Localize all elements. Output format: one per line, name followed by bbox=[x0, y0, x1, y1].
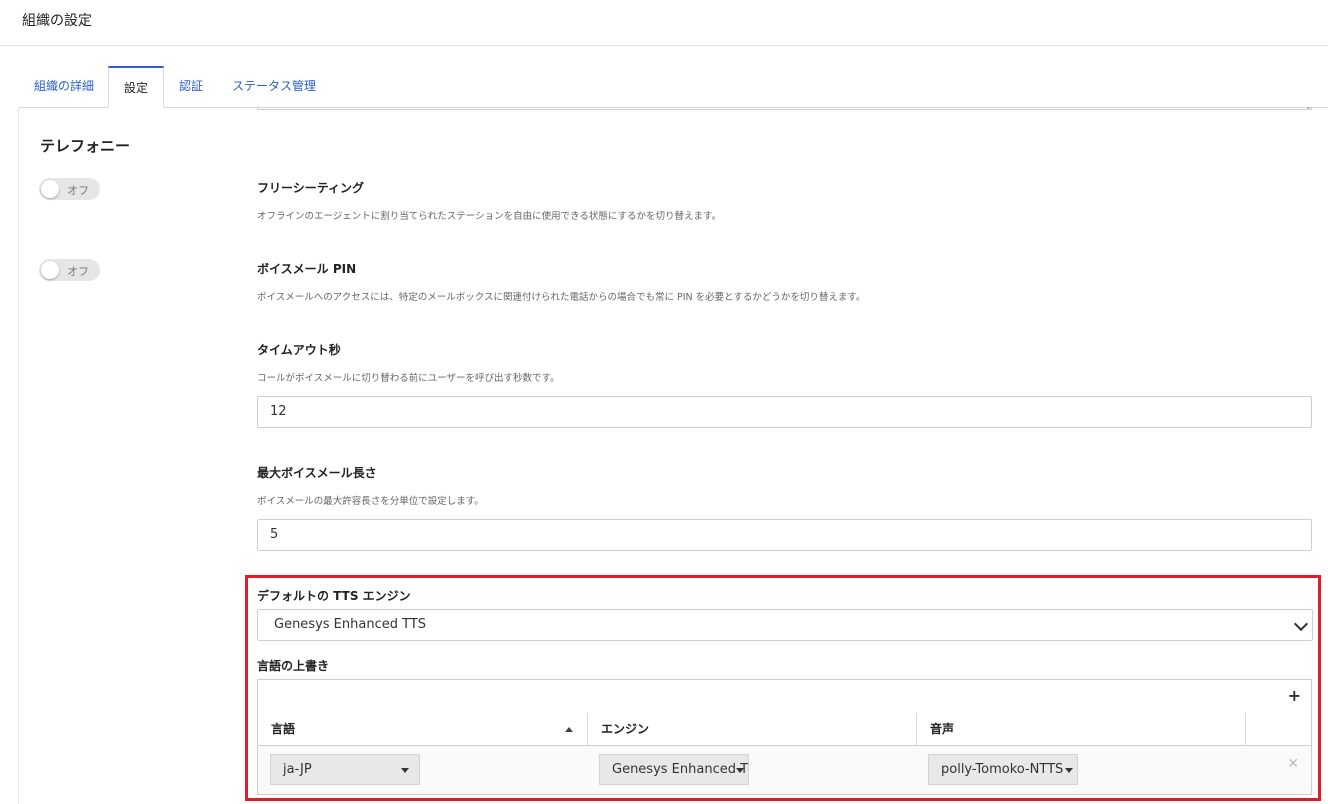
table-row: ja-JP Genesys Enhanced TTS polly-Tomoko-… bbox=[258, 746, 1311, 794]
language-value: ja-JP bbox=[283, 762, 312, 777]
sort-ascending-icon bbox=[565, 727, 573, 732]
language-dropdown[interactable]: ja-JP bbox=[270, 754, 420, 785]
timeout-label: タイムアウト秒 bbox=[257, 343, 341, 357]
caret-down-icon bbox=[736, 768, 744, 773]
grid-header: 言語 エンジン 音声 bbox=[258, 713, 1311, 746]
toggle-knob bbox=[41, 261, 59, 279]
caret-down-icon bbox=[1065, 768, 1073, 773]
settings-content[interactable]: ⁄⁄ テレフォニー オフ フリーシーティング オフラインのエージェントに割り当て… bbox=[18, 107, 1328, 804]
toggle-state-label: オフ bbox=[67, 184, 89, 197]
tab-authentication[interactable]: 認証 bbox=[179, 66, 203, 106]
column-header-voice[interactable]: 音声 bbox=[917, 713, 1246, 745]
tts-engine-select[interactable]: Genesys Enhanced TTS bbox=[257, 609, 1313, 641]
caret-down-icon bbox=[401, 768, 409, 773]
voicemail-pin-label: ボイスメール PIN bbox=[257, 262, 357, 276]
free-seating-desc: オフラインのエージェントに割り当てられたステーションを自由に使用できる状態にする… bbox=[257, 211, 722, 222]
column-header-engine[interactable]: エンジン bbox=[588, 713, 917, 745]
toggle-state-label: オフ bbox=[67, 265, 89, 278]
grid-toolbar: + bbox=[258, 680, 1311, 714]
voice-dropdown[interactable]: polly-Tomoko-NTTS bbox=[928, 754, 1078, 785]
tab-org-details[interactable]: 組織の詳細 bbox=[34, 66, 94, 106]
resize-grip-icon[interactable]: ⁄⁄ bbox=[1308, 107, 1311, 111]
remove-row-icon[interactable]: ✕ bbox=[1287, 756, 1299, 772]
page-title: 組織の設定 bbox=[22, 13, 92, 29]
chevron-down-icon bbox=[1293, 616, 1309, 632]
timeout-desc: コールがボイスメールに切り替わる前にユーザーを呼び出す秒数です。 bbox=[257, 373, 560, 384]
free-seating-label: フリーシーティング bbox=[257, 181, 365, 195]
tts-engine-value: Genesys Enhanced TTS bbox=[274, 617, 427, 632]
tab-settings[interactable]: 設定 bbox=[108, 66, 164, 108]
language-override-grid: + 言語 エンジン 音声 ja-JP Genesys Enhanced TTS … bbox=[257, 679, 1312, 795]
language-override-label: 言語の上書き bbox=[257, 659, 330, 673]
column-header-label: 言語 bbox=[271, 722, 296, 736]
textarea-bottom-edge[interactable]: ⁄⁄ bbox=[257, 107, 1312, 111]
voicemail-pin-desc: ボイスメールへのアクセスには、特定のメールボックスに関連付けられた電話からの場合… bbox=[257, 292, 866, 303]
tts-engine-label: デフォルトの TTS エンジン bbox=[257, 589, 411, 603]
free-seating-toggle[interactable]: オフ bbox=[39, 178, 100, 200]
timeout-input[interactable]: 12 bbox=[257, 396, 1312, 428]
max-voicemail-label: 最大ボイスメール長さ bbox=[257, 466, 377, 480]
max-voicemail-desc: ボイスメールの最大許容長さを分単位で設定します。 bbox=[257, 496, 484, 507]
page-header: 組織の設定 bbox=[0, 0, 1328, 46]
section-title: テレフォニー bbox=[40, 137, 131, 155]
column-header-language[interactable]: 言語 bbox=[258, 713, 588, 745]
engine-value: Genesys Enhanced TTS bbox=[612, 762, 749, 777]
max-voicemail-input[interactable]: 5 bbox=[257, 519, 1312, 551]
column-header-actions bbox=[1246, 713, 1312, 745]
tab-status-management[interactable]: ステータス管理 bbox=[232, 66, 316, 106]
plus-icon[interactable]: + bbox=[1288, 686, 1301, 705]
engine-dropdown[interactable]: Genesys Enhanced TTS bbox=[599, 754, 749, 785]
tab-bar: 組織の詳細 設定 認証 ステータス管理 bbox=[18, 66, 1328, 108]
voice-value: polly-Tomoko-NTTS bbox=[941, 762, 1064, 777]
voicemail-pin-toggle[interactable]: オフ bbox=[39, 259, 100, 281]
toggle-knob bbox=[41, 180, 59, 198]
